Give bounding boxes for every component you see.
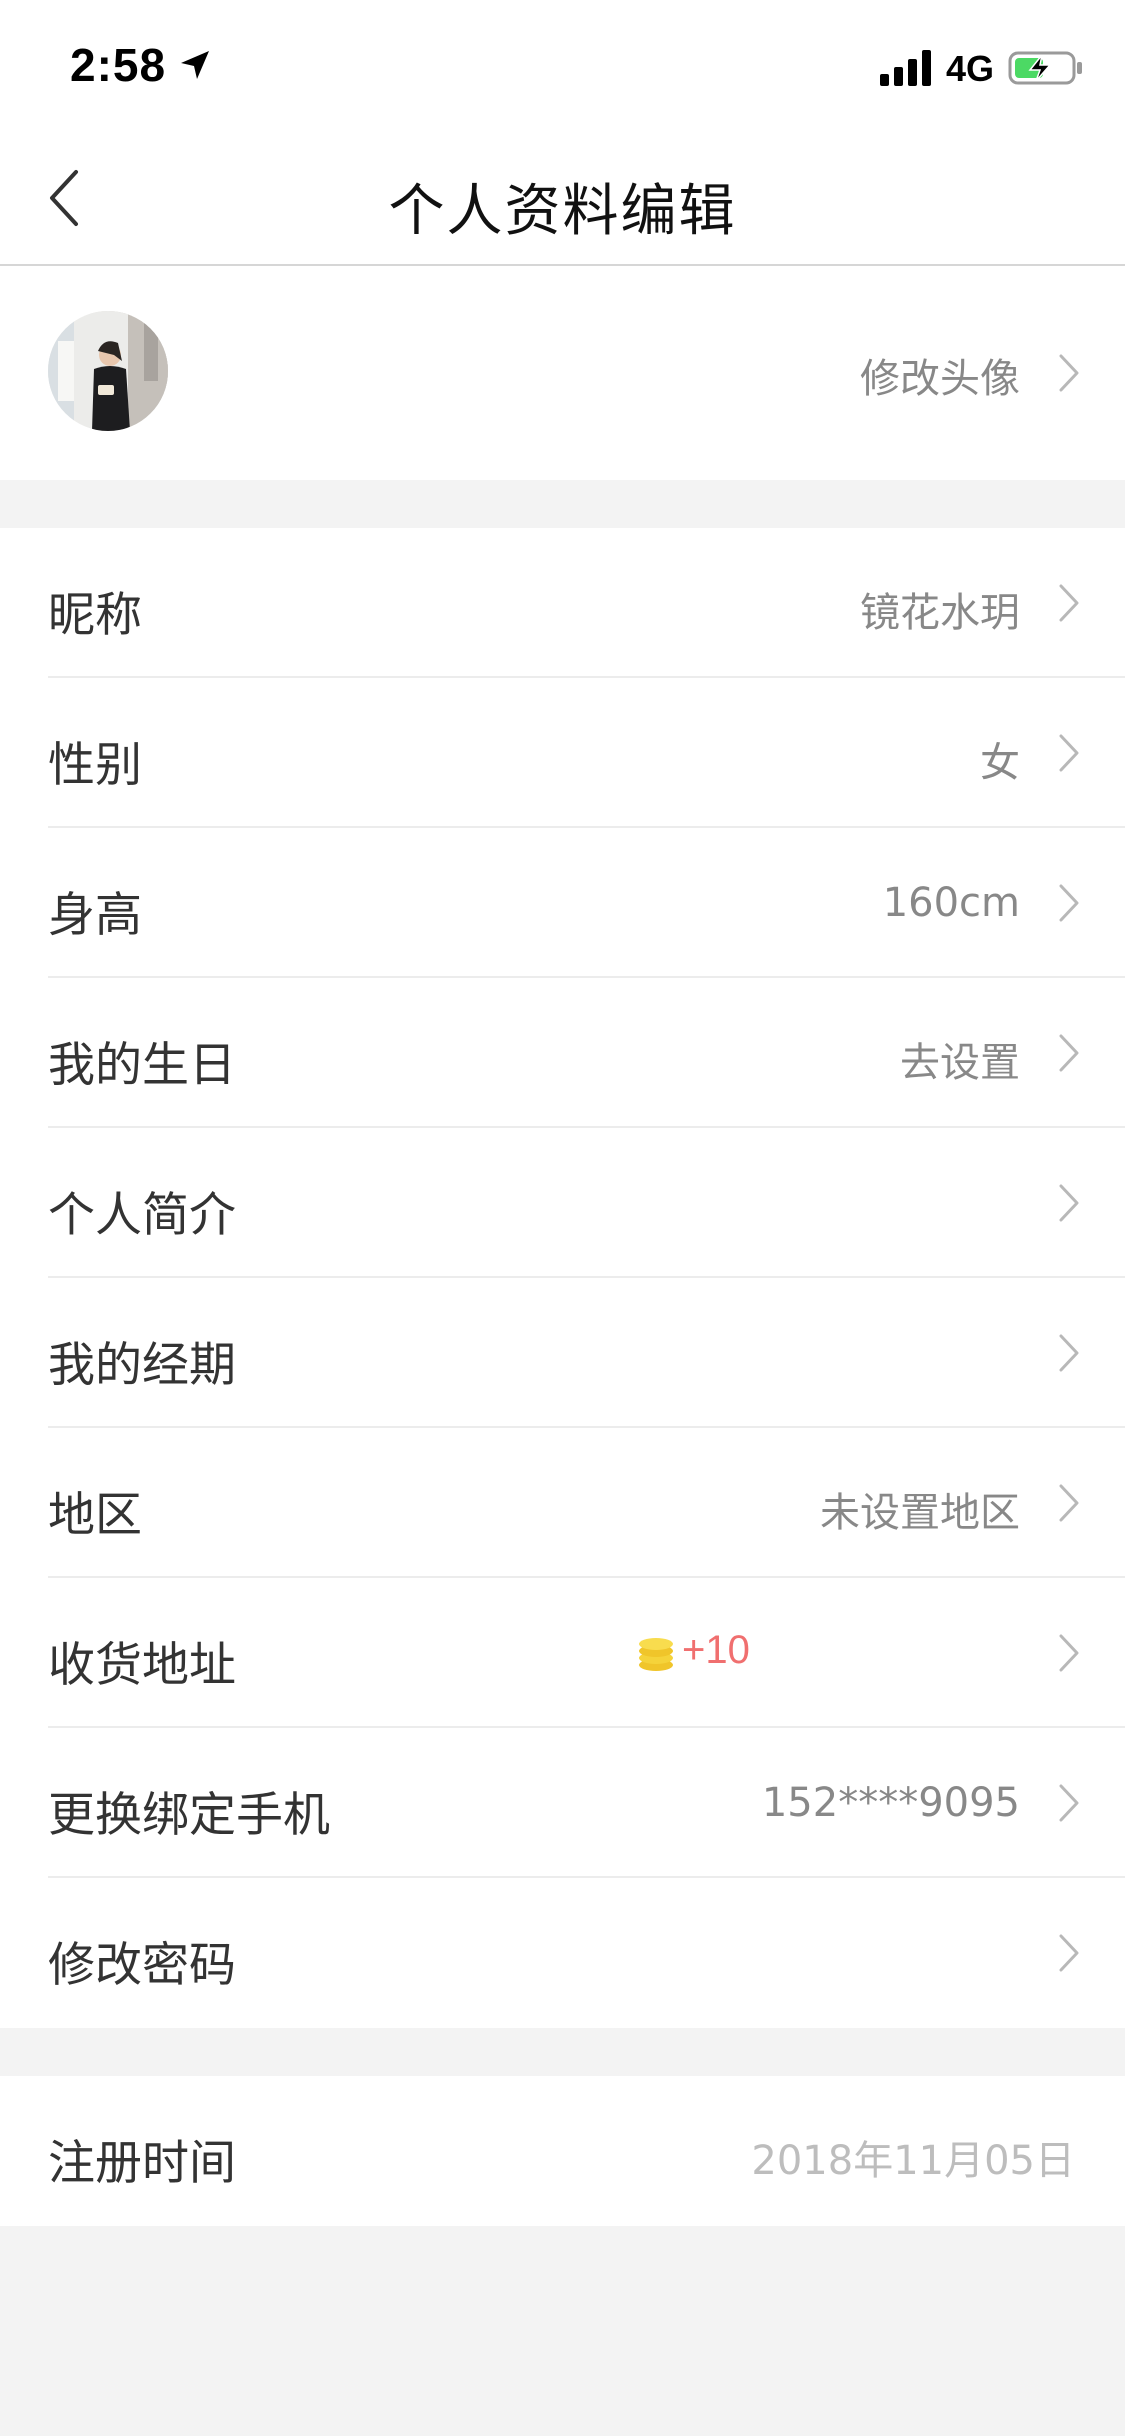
row-value: 去设置 — [900, 1040, 1020, 1086]
change-avatar-label[interactable]: 修改头像 — [860, 346, 1020, 404]
row-label: 个人简介 — [48, 1188, 236, 1243]
row-value: 女 — [980, 740, 1020, 786]
chevron-right-icon — [1059, 354, 1079, 392]
chevron-right-icon — [1059, 584, 1079, 622]
register-label: 注册时间 — [48, 2136, 236, 2191]
row-label: 我的生日 — [48, 1038, 236, 1093]
chevron-right-icon — [1059, 1184, 1079, 1222]
row-period[interactable]: 我的经期 — [0, 1278, 1125, 1428]
status-bar: 2:58 4G — [0, 0, 1125, 132]
row-label: 地区 — [48, 1488, 142, 1543]
battery-charging-icon — [1008, 51, 1082, 85]
avatar-photo — [48, 311, 168, 431]
row-label: 更换绑定手机 — [48, 1788, 330, 1843]
chevron-right-icon — [1059, 884, 1079, 922]
row-value: 152****9095 — [761, 1780, 1020, 1826]
reward-text: +10 — [682, 1628, 750, 1672]
row-nickname[interactable]: 昵称 镜花水玥 — [0, 528, 1125, 678]
cellular-signal-icon — [880, 50, 931, 86]
avatar[interactable] — [48, 311, 168, 431]
row-value: 160cm — [882, 880, 1020, 926]
row-value: 未设置地区 — [820, 1490, 1020, 1536]
row-change-password[interactable]: 修改密码 — [0, 1878, 1125, 2028]
row-birthday[interactable]: 我的生日 去设置 — [0, 978, 1125, 1128]
row-label: 收货地址 — [48, 1638, 236, 1693]
row-label: 修改密码 — [48, 1938, 236, 1993]
chevron-right-icon — [1059, 1484, 1079, 1522]
row-label: 我的经期 — [48, 1338, 236, 1393]
chevron-right-icon — [1059, 1034, 1079, 1072]
row-height[interactable]: 身高 160cm — [0, 828, 1125, 978]
avatar-row[interactable]: 修改头像 — [0, 266, 1125, 480]
screen: 2:58 4G 个人资料编辑 修改头像 昵称 镜花水玥 性别 女 身高 160c… — [0, 0, 1125, 2436]
chevron-right-icon — [1059, 1934, 1079, 1972]
register-date: 2018年11月05日 — [751, 2138, 1075, 2184]
row-bio[interactable]: 个人简介 — [0, 1128, 1125, 1278]
row-label: 性别 — [48, 738, 142, 793]
nav-bar: 个人资料编辑 — [0, 132, 1125, 266]
chevron-right-icon — [1059, 1634, 1079, 1672]
row-label: 昵称 — [48, 588, 142, 643]
row-value: 镜花水玥 — [860, 590, 1020, 636]
page-title: 个人资料编辑 — [388, 179, 737, 244]
chevron-right-icon — [1059, 1784, 1079, 1822]
row-shipping-address[interactable]: 收货地址 +10 — [0, 1578, 1125, 1728]
location-arrow-icon — [181, 51, 209, 79]
profile-list: 昵称 镜花水玥 性别 女 身高 160cm 我的生日 去设置 个人简介 我的经期… — [0, 528, 1125, 2028]
row-change-phone[interactable]: 更换绑定手机 152****9095 — [0, 1728, 1125, 1878]
chevron-right-icon — [1059, 734, 1079, 772]
row-gender[interactable]: 性别 女 — [0, 678, 1125, 828]
row-label: 身高 — [48, 888, 142, 943]
status-time: 2:58 — [70, 39, 167, 91]
row-region[interactable]: 地区 未设置地区 — [0, 1428, 1125, 1578]
coin-stack-icon — [639, 1638, 673, 1671]
chevron-right-icon — [1059, 1334, 1079, 1372]
register-row: 注册时间 2018年11月05日 — [0, 2076, 1125, 2226]
network-label: 4G — [946, 48, 995, 89]
